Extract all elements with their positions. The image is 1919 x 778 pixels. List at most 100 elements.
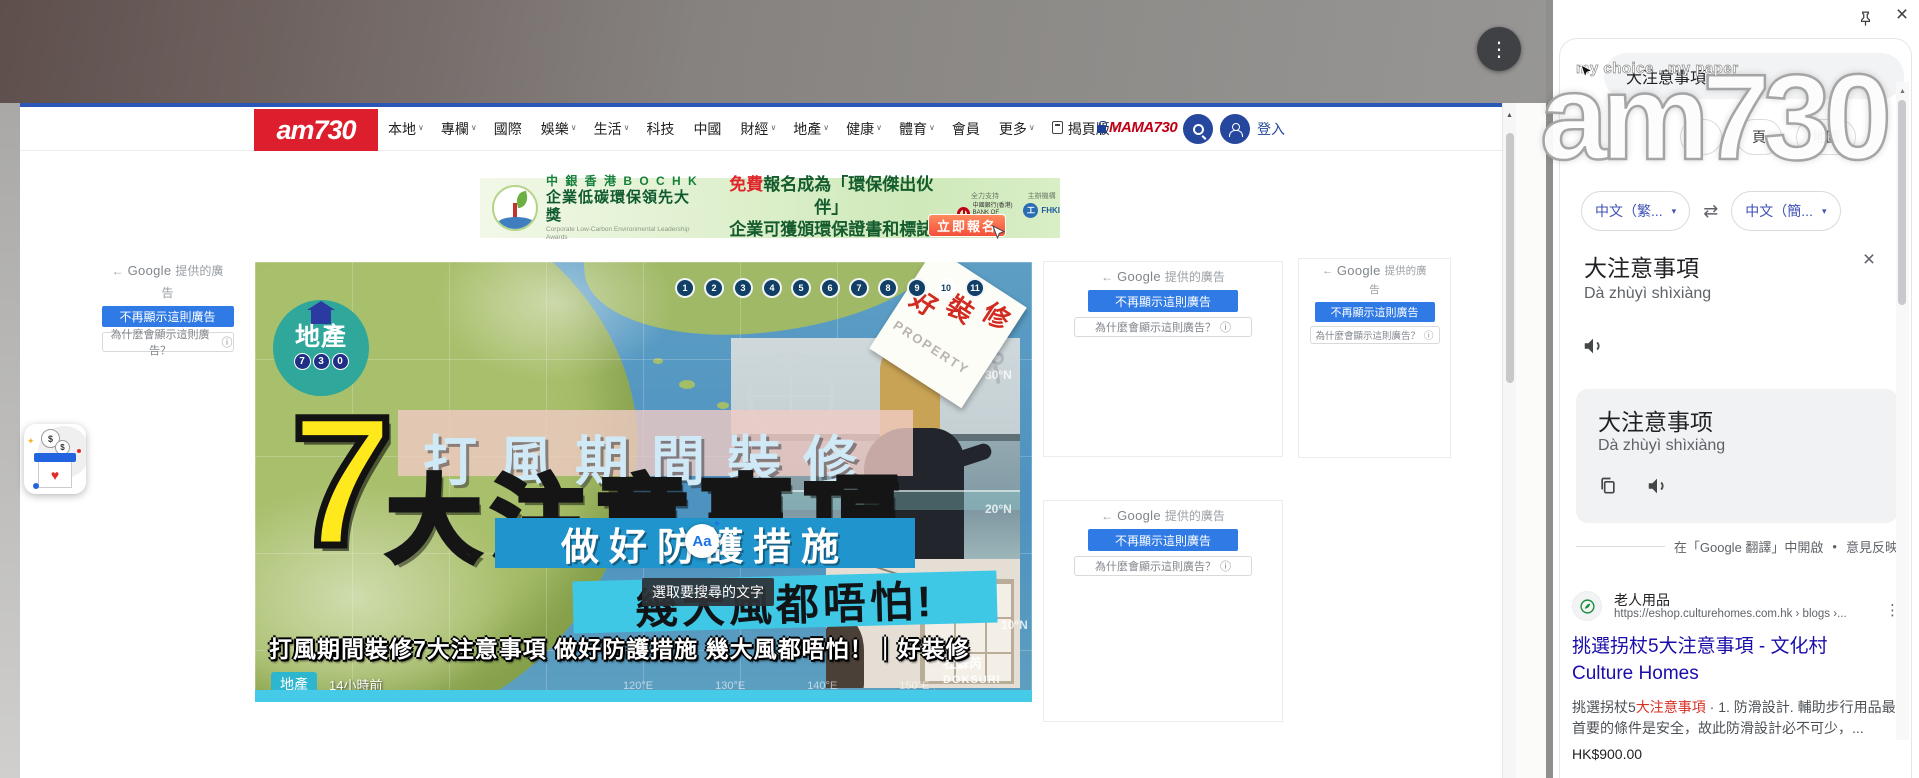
dismiss-ad-button[interactable]: 不再顯示這則廣告 (1315, 302, 1435, 322)
search-icon (1193, 124, 1204, 135)
promo-brand-block: 中 銀 香 港 B O C H K 企業低碳環保領先大獎 Corporate L… (546, 174, 702, 243)
google-ad-right-2: ←Google提供的廣告 不再顯示這則廣告 為什麼會顯示這則廣告？ⓘ (1043, 500, 1283, 722)
clear-source-icon[interactable]: × (1856, 247, 1882, 273)
info-icon: ⓘ (1424, 328, 1434, 342)
chevron-down-icon: ∨ (770, 123, 776, 132)
result-title[interactable]: 挑選拐杖5大注意事項 - 文化村 Culture Homes (1572, 634, 1902, 688)
headline-line3: 幾大風都唔怕! (572, 570, 997, 633)
feedback-link[interactable]: 意見反映 (1846, 537, 1898, 556)
chevron-down-icon: ∨ (571, 123, 577, 132)
tab-maps[interactable]: 地圖 (1796, 119, 1856, 155)
nav-item-china[interactable]: 中國 (693, 119, 723, 139)
chevron-down-icon: ∨ (876, 123, 882, 132)
select-to-search-chip[interactable]: Aa ✦ (685, 524, 719, 558)
dismiss-ad-button[interactable]: 不再顯示這則廣告 (1088, 529, 1238, 551)
why-this-ad-button[interactable]: 為什麼會顯示這則廣告？ⓘ (1310, 326, 1440, 344)
back-arrow-icon: ← (1101, 509, 1113, 523)
page-icon (1052, 121, 1063, 134)
slide-dot-5[interactable]: 5 (791, 278, 811, 298)
nav-item-health[interactable]: 健康∨ (846, 119, 882, 139)
page-scrollbar[interactable]: ▲ (1502, 103, 1516, 778)
back-arrow-icon: ← (1322, 265, 1333, 279)
nav-item-sports[interactable]: 體育∨ (899, 119, 935, 139)
slide-dot-8[interactable]: 8 (878, 278, 898, 298)
chevron-down-icon: ∨ (929, 123, 935, 132)
nav-item-local[interactable]: 本地∨ (388, 119, 424, 139)
lat-label-10n: 10°N (1001, 618, 1028, 632)
tab-web[interactable]: 頁 (1736, 119, 1782, 155)
dismiss-ad-button[interactable]: 不再顯示這則廣告 (102, 306, 234, 327)
hero-article-image[interactable]: 1 2 3 4 5 6 7 8 9 10 11 地產 7 3 0 好 裝 修 P… (255, 262, 1032, 702)
result-tabs: 頁 地圖 (1680, 119, 1856, 155)
result-url[interactable]: https://eshop.culturehomes.com.hk › blog… (1614, 608, 1847, 620)
slide-dot-6[interactable]: 6 (820, 278, 840, 298)
why-this-ad-button[interactable]: 為什麼會顯示這則廣告？ⓘ (102, 332, 234, 352)
source-pinyin: Dà zhùyì shìxiàng (1584, 285, 1711, 303)
scrollbar-thumb[interactable] (1506, 133, 1514, 383)
open-in-translate-link[interactable]: 在「Google 翻譯」中開啟 (1674, 537, 1824, 556)
back-arrow-icon: ← (112, 264, 124, 278)
nav-item-entertainment[interactable]: 娛樂∨ (541, 119, 577, 139)
translated-text: 大注意事项 (1598, 403, 1713, 437)
nav-item-member[interactable]: 會員 (952, 119, 982, 139)
slide-dot-9[interactable]: 9 (907, 278, 927, 298)
slide-dot-4[interactable]: 4 (762, 278, 782, 298)
right-strip (1516, 103, 1546, 778)
why-this-ad-button[interactable]: 為什麼會顯示這則廣告？ⓘ (1074, 556, 1252, 576)
slide-dot-11[interactable]: 11 (965, 278, 985, 298)
nav-item-international[interactable]: 國際 (494, 119, 524, 139)
search-button[interactable] (1183, 114, 1213, 144)
article-caption: 打風期間裝修7大注意事項 做好防護措施 幾大風都唔怕！｜好裝修 (269, 630, 970, 664)
panel-scrollbar[interactable]: ▲ (1896, 82, 1909, 740)
slide-dot-10-active[interactable]: 10 (936, 278, 956, 298)
dismiss-ad-button[interactable]: 不再顯示這則廣告 (1088, 290, 1238, 312)
mama730-link[interactable]: MAMA730 (1097, 119, 1177, 136)
nav-item-more[interactable]: 更多∨ (999, 119, 1035, 139)
why-this-ad-button[interactable]: 為什麼會顯示這則廣告？ⓘ (1074, 317, 1252, 337)
google-ad-right-1: ←Google提供的廣告 不再顯示這則廣告 為什麼會顯示這則廣告？ⓘ (1043, 261, 1283, 457)
nav-item-columns[interactable]: 專欄∨ (441, 119, 477, 139)
pin-icon[interactable] (1852, 5, 1878, 31)
nav-item-property[interactable]: 地產∨ (793, 119, 829, 139)
info-icon: ⓘ (1220, 558, 1231, 574)
promo-banner[interactable]: 中 銀 香 港 B O C H K 企業低碳環保領先大獎 Corporate L… (480, 178, 1060, 238)
speaker-icon[interactable] (1646, 475, 1668, 502)
login-button[interactable]: 登入 (1220, 114, 1285, 144)
copy-icon[interactable] (1598, 475, 1618, 502)
lock-icon (1097, 125, 1106, 133)
award-logo-icon (492, 185, 538, 231)
main-nav: 本地∨ 專欄∨ 國際 娛樂∨ 生活∨ 科技 中國 財經∨ 地產∨ 健康∨ 體育∨… (388, 107, 1118, 151)
slide-dot-1[interactable]: 1 (675, 278, 695, 298)
nav-item-tech[interactable]: 科技 (646, 119, 676, 139)
back-arrow-icon: ← (1101, 270, 1113, 284)
promo-headline: 免費報名成為「環保傑出伙伴」 企業可獲頒環保證書和標誌 (720, 174, 943, 243)
result-price: HK$900.00 (1572, 746, 1902, 762)
lat-label-20n: 20°N (985, 502, 1012, 516)
slide-dot-2[interactable]: 2 (704, 278, 724, 298)
donation-widget[interactable]: $ $ ♥ ✦ (24, 424, 86, 494)
search-results-card: 大注意事項 頁 地圖 中文（繁... ▾ ⇄ 中文（簡... ▾ 大注意事項 ×… (1559, 38, 1912, 778)
fhki-logo-icon: 工 (1023, 203, 1038, 218)
nav-item-lifestyle[interactable]: 生活∨ (594, 119, 630, 139)
nav-item-finance[interactable]: 財經∨ (740, 119, 776, 139)
sparkle-icon: ✦ (713, 519, 721, 530)
floating-menu-button[interactable]: ⋮ (1477, 27, 1521, 71)
tab-hidden[interactable] (1680, 119, 1722, 155)
slide-dot-3[interactable]: 3 (733, 278, 753, 298)
am730-site: am730 本地∨ 專欄∨ 國際 娛樂∨ 生活∨ 科技 中國 財經∨ 地產∨ 健… (20, 103, 1502, 778)
house-icon (311, 310, 331, 324)
scroll-up-icon[interactable]: ▲ (1896, 82, 1909, 95)
slide-indicator: 1 2 3 4 5 6 7 8 9 10 11 (675, 278, 985, 298)
slide-dot-7[interactable]: 7 (849, 278, 869, 298)
register-now-button[interactable]: 立即報名 (928, 214, 1006, 237)
search-input[interactable]: 大注意事項 (1604, 53, 1904, 99)
target-language-select[interactable]: 中文（簡... ▾ (1731, 191, 1840, 231)
swap-languages-icon[interactable]: ⇄ (1703, 201, 1718, 222)
source-language-select[interactable]: 中文（繁... ▾ (1581, 191, 1690, 231)
close-icon[interactable]: × (1889, 2, 1915, 28)
scroll-up-icon[interactable]: ▲ (1503, 103, 1516, 119)
am730-logo[interactable]: am730 (254, 109, 378, 151)
dropdown-arrow-icon: ▾ (1822, 206, 1827, 217)
speaker-icon[interactable] (1582, 335, 1604, 362)
scrollbar-thumb[interactable] (1898, 100, 1906, 305)
